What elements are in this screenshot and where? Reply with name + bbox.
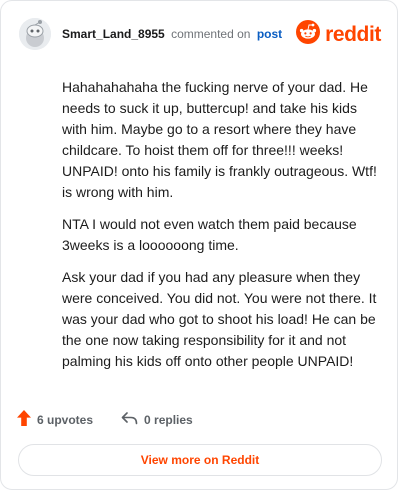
reddit-logo-icon [296, 20, 321, 49]
upvote-arrow-icon [17, 410, 37, 429]
comment-paragraph: Ask your dad if you had any pleasure whe… [62, 269, 377, 369]
reply-button[interactable]: 0 replies [121, 411, 193, 428]
reply-count: 0 replies [144, 412, 193, 427]
post-link[interactable]: post [257, 27, 282, 41]
comment-paragraph: NTA I would not even watch them paid bec… [62, 216, 357, 253]
comment-meta: Smart_Land_8955 commented on post [62, 27, 282, 41]
comment-header: Smart_Land_8955 commented on post reddit [19, 17, 381, 51]
upvote-button[interactable]: 6 upvotes [17, 410, 93, 429]
comment-footer: 6 upvotes 0 replies [17, 410, 193, 429]
snoo-avatar-icon[interactable] [19, 18, 51, 50]
reddit-wordmark: reddit [325, 22, 381, 46]
username-link[interactable]: Smart_Land_8955 [62, 27, 165, 41]
upvote-count: 6 upvotes [37, 412, 94, 427]
comment-paragraph: Hahahahahaha the fucking nerve of your d… [62, 79, 377, 200]
comment-embed-card: Smart_Land_8955 commented on post reddit [0, 0, 398, 490]
view-more-button[interactable]: View more on Reddit [18, 444, 382, 476]
reddit-brand[interactable]: reddit [296, 20, 381, 49]
comment-body: Hahahahahaha the fucking nerve of your d… [62, 77, 380, 383]
action-text: commented on [171, 27, 251, 41]
reply-arrow-icon [121, 411, 144, 428]
